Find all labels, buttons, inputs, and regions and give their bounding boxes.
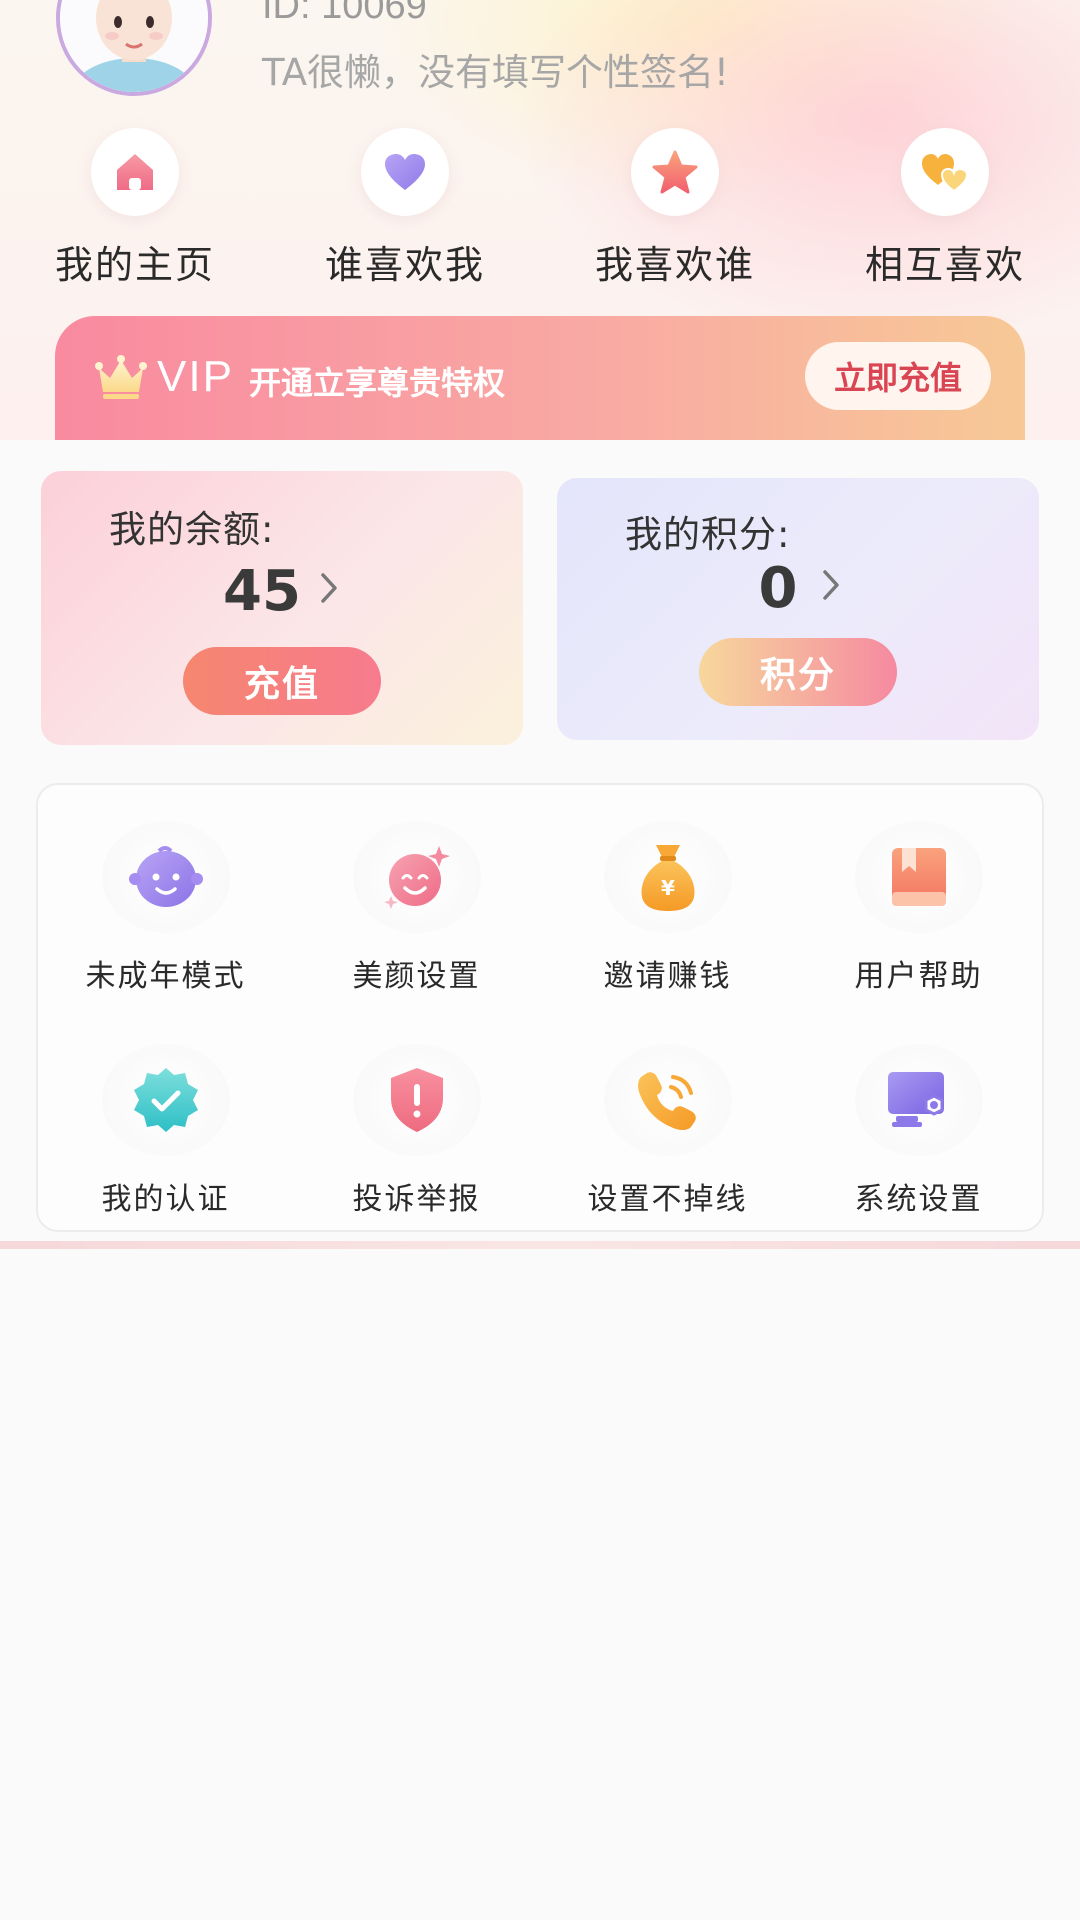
feature-label: 我的认证 <box>101 1182 230 1217</box>
money-bag-icon: ¥ <box>603 821 732 933</box>
crown-icon <box>95 355 147 399</box>
quick-nav-label: 谁喜欢我 <box>324 243 485 287</box>
feature-label: 邀请赚钱 <box>603 959 732 994</box>
quick-nav-who-likes-me[interactable]: 谁喜欢我 <box>295 128 515 289</box>
points-card[interactable]: 我的积分: 0 积分 <box>557 478 1039 740</box>
vip-subtitle: 开通立享尊贵特权 <box>249 364 506 402</box>
feature-keep-online[interactable]: 设置不掉线 <box>542 1044 793 1218</box>
balance-amount: 45 <box>223 559 301 624</box>
quick-nav: 我的主页 谁喜欢我 我喜欢谁 相互喜欢 <box>0 128 1080 288</box>
svg-text:¥: ¥ <box>661 876 675 900</box>
system-settings-icon <box>854 1044 983 1156</box>
help-book-icon <box>854 821 983 933</box>
star-icon <box>631 128 719 216</box>
double-heart-icon <box>901 128 989 216</box>
user-id: ID: 10069 <box>262 0 427 27</box>
chevron-right-icon <box>321 573 337 603</box>
feature-label: 未成年模式 <box>85 959 246 994</box>
feature-label: 美颜设置 <box>352 959 481 994</box>
chevron-right-icon <box>823 570 839 600</box>
recharge-button[interactable]: 充值 <box>183 647 381 715</box>
feature-label: 设置不掉线 <box>587 1182 748 1217</box>
quick-nav-label: 我喜欢谁 <box>594 243 755 287</box>
feature-beauty-settings[interactable]: 美颜设置 <box>291 821 542 995</box>
points-label: 我的积分: <box>625 513 791 556</box>
section-divider <box>0 1241 1080 1249</box>
verified-badge-icon <box>101 1044 230 1156</box>
feature-complaint-report[interactable]: 投诉举报 <box>291 1044 542 1218</box>
user-signature: TA很懒，没有填写个性签名! <box>262 51 729 94</box>
feature-label: 系统设置 <box>854 1182 983 1217</box>
points-amount: 0 <box>758 556 798 621</box>
vip-recharge-button[interactable]: 立即充值 <box>805 342 991 410</box>
quick-nav-mutual-likes[interactable]: 相互喜欢 <box>835 128 1055 289</box>
vip-banner[interactable]: VIP 开通立享尊贵特权 立即充值 <box>55 316 1025 440</box>
points-button[interactable]: 积分 <box>699 638 897 706</box>
kid-face-icon <box>101 821 230 933</box>
beauty-face-icon <box>352 821 481 933</box>
feature-label: 用户帮助 <box>854 959 983 994</box>
balance-value: 45 <box>41 559 523 624</box>
phone-call-icon <box>603 1044 732 1156</box>
feature-invite-earn[interactable]: ¥ 邀请赚钱 <box>542 821 793 995</box>
feature-minor-mode[interactable]: 未成年模式 <box>40 821 291 995</box>
heart-icon <box>361 128 449 216</box>
feature-user-help[interactable]: 用户帮助 <box>793 821 1044 995</box>
home-icon <box>91 128 179 216</box>
quick-nav-label: 相互喜欢 <box>864 243 1025 287</box>
feature-system-settings[interactable]: 系统设置 <box>793 1044 1044 1218</box>
vip-title: VIP <box>157 352 234 401</box>
feature-label: 投诉举报 <box>352 1182 481 1217</box>
balance-card[interactable]: 我的余额: 45 充值 <box>41 471 523 745</box>
shield-alert-icon <box>352 1044 481 1156</box>
balance-label: 我的余额: <box>109 508 275 551</box>
quick-nav-label: 我的主页 <box>54 243 215 287</box>
feature-grid: 未成年模式 美颜设置 ¥ 邀请赚钱 用户帮助 我的认证 投诉举报 设置不掉线 系… <box>36 783 1044 1232</box>
feature-my-verification[interactable]: 我的认证 <box>40 1044 291 1218</box>
points-value: 0 <box>557 556 1039 621</box>
quick-nav-my-homepage[interactable]: 我的主页 <box>25 128 245 289</box>
quick-nav-who-i-like[interactable]: 我喜欢谁 <box>565 128 785 289</box>
